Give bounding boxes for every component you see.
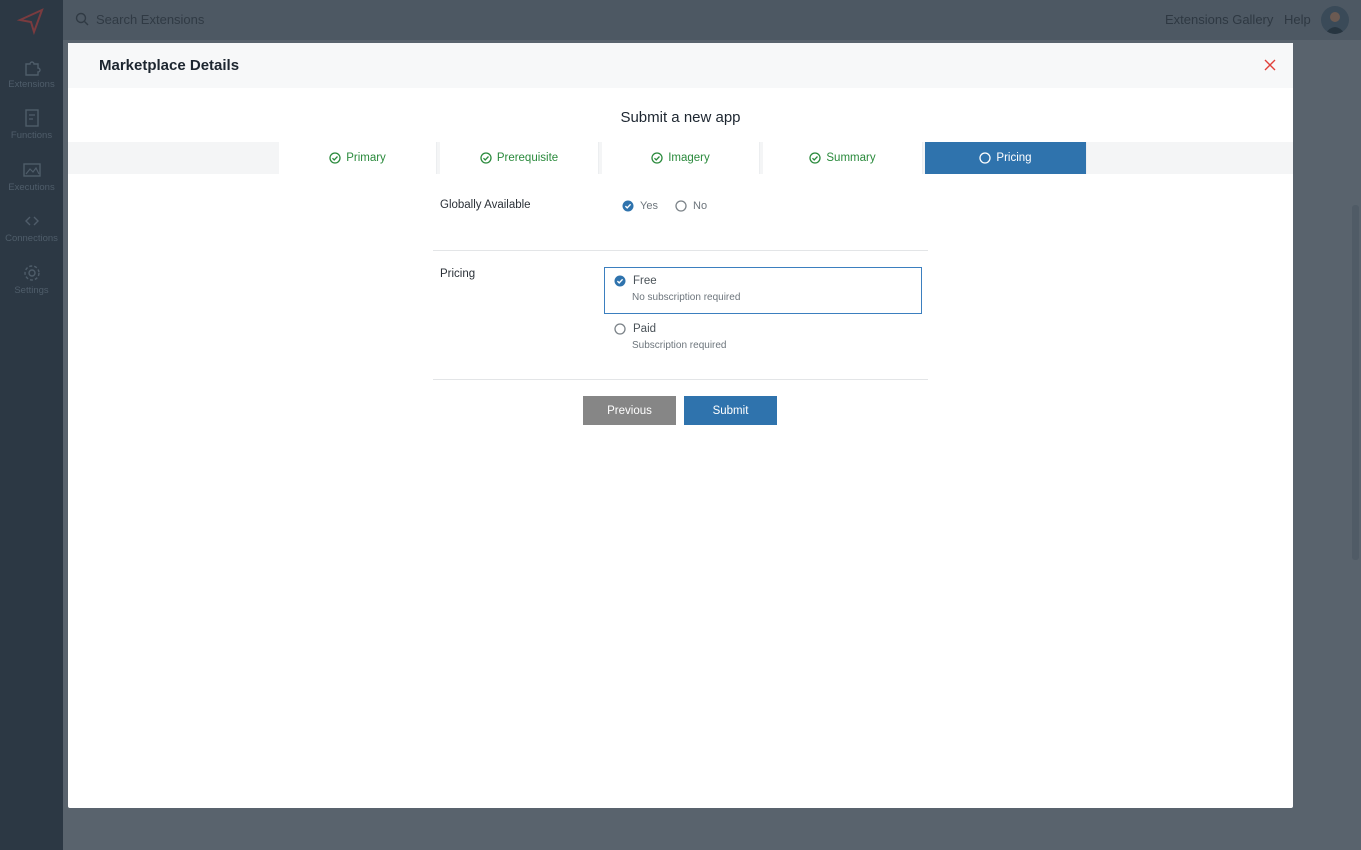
- sidebar-item-functions[interactable]: Functions: [0, 108, 63, 141]
- user-avatar-icon: [1325, 12, 1345, 34]
- radio-label: No: [693, 200, 708, 212]
- avatar[interactable]: [1321, 6, 1349, 34]
- help-link[interactable]: Help: [1284, 12, 1311, 27]
- sidebar-item-label: Executions: [8, 182, 55, 193]
- radio-checked-icon: [614, 275, 626, 287]
- step-pricing[interactable]: Pricing: [925, 142, 1087, 174]
- sidebar-item-extensions[interactable]: Extensions: [0, 57, 63, 90]
- sidebar: Extensions Functions Executions Connecti…: [0, 0, 63, 850]
- modal-header: Marketplace Details: [68, 43, 1293, 88]
- connections-icon: [24, 216, 39, 226]
- pricing-option-paid[interactable]: Paid Subscription required: [604, 315, 922, 361]
- radio-label: Yes: [640, 200, 658, 212]
- step-label: Pricing: [996, 152, 1032, 164]
- step-summary[interactable]: Summary: [763, 142, 923, 174]
- logo-icon: [16, 8, 44, 36]
- search-input[interactable]: Search Extensions: [96, 12, 204, 27]
- radio-unchecked-icon: [675, 200, 687, 212]
- section-divider: [433, 379, 928, 380]
- close-icon[interactable]: [1263, 58, 1277, 72]
- check-circle-icon: [329, 152, 341, 164]
- puzzle-icon: [24, 61, 41, 76]
- sidebar-item-label: Settings: [14, 285, 49, 296]
- circle-icon: [979, 152, 992, 164]
- check-circle-icon: [651, 152, 663, 164]
- step-prerequisite[interactable]: Prerequisite: [440, 142, 599, 174]
- sidebar-item-label: Connections: [5, 233, 58, 244]
- function-icon: [24, 109, 39, 127]
- step-label: Prerequisite: [496, 152, 559, 164]
- option-title: Paid: [633, 323, 657, 335]
- radio-unchecked-icon: [614, 323, 626, 335]
- sidebar-item-connections[interactable]: Connections: [0, 211, 63, 244]
- pricing-label: Pricing: [440, 268, 476, 280]
- globally-available-no-radio[interactable]: No: [675, 200, 707, 212]
- sidebar-item-label: Extensions: [8, 79, 55, 90]
- step-label: Primary: [346, 152, 386, 164]
- section-divider: [433, 250, 928, 251]
- pricing-option-free[interactable]: Free No subscription required: [604, 267, 922, 314]
- step-imagery[interactable]: Imagery: [602, 142, 760, 174]
- extensions-gallery-link[interactable]: Extensions Gallery: [1165, 12, 1273, 27]
- topbar: Search Extensions Extensions Gallery Hel…: [63, 0, 1361, 40]
- sidebar-item-label: Functions: [10, 130, 53, 141]
- marketplace-details-modal: Marketplace Details Submit a new app Pri…: [68, 43, 1293, 808]
- executions-icon: [22, 163, 41, 177]
- modal-title: Marketplace Details: [99, 57, 240, 74]
- search-icon: [75, 12, 89, 26]
- step-primary[interactable]: Primary: [279, 142, 437, 174]
- check-circle-icon: [809, 152, 822, 164]
- background-scrollbar[interactable]: [1352, 205, 1359, 560]
- step-label: Summary: [826, 152, 876, 164]
- globally-available-label: Globally Available: [440, 199, 531, 211]
- previous-button[interactable]: Previous: [583, 396, 676, 425]
- sidebar-item-settings[interactable]: Settings: [0, 263, 63, 296]
- wizard-steps: Primary Prerequisite Imagery Summary Pri…: [68, 142, 1293, 174]
- page-title: Submit a new app: [620, 109, 741, 126]
- globally-available-yes-radio[interactable]: Yes: [622, 200, 658, 212]
- radio-checked-icon: [622, 200, 634, 212]
- submit-button[interactable]: Submit: [684, 396, 777, 425]
- option-subtitle: Subscription required: [632, 340, 727, 351]
- option-subtitle: No subscription required: [632, 292, 741, 303]
- check-circle-icon: [480, 152, 492, 164]
- sidebar-item-executions[interactable]: Executions: [0, 160, 63, 193]
- option-title: Free: [633, 275, 657, 287]
- gear-icon: [23, 265, 40, 281]
- step-label: Imagery: [668, 152, 710, 164]
